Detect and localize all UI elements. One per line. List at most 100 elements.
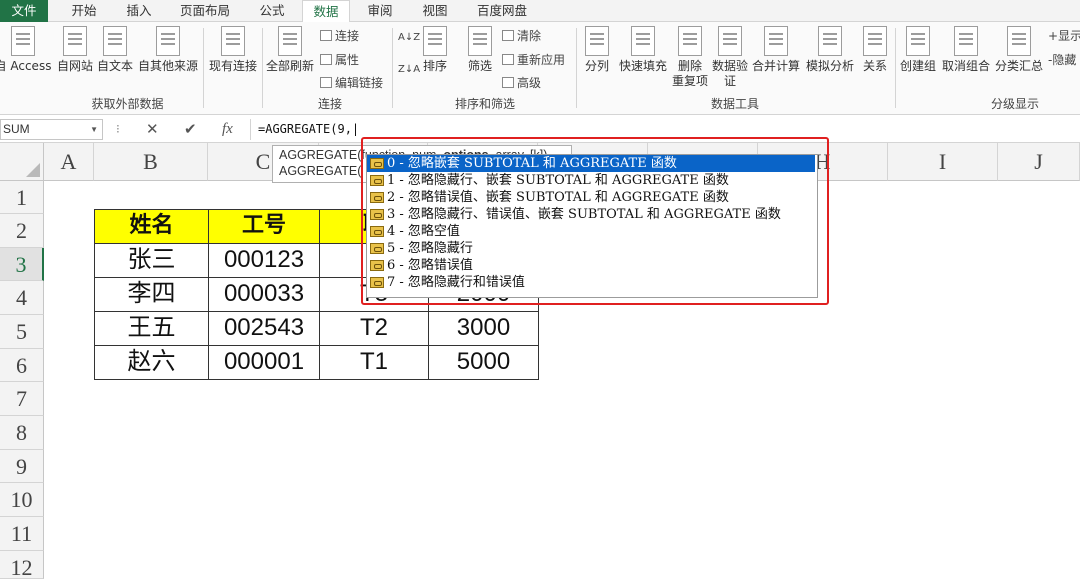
remove-duplicates-icon (678, 26, 702, 56)
tab-data[interactable]: 数据 (302, 0, 350, 23)
ribbon-tab-bar: 文件 开始 插入 页面布局 公式 数据 审阅 视图 百度网盘 (0, 0, 1080, 23)
connections-button[interactable]: 连接 (320, 27, 359, 44)
web-icon (63, 26, 87, 56)
group-label-connections: 连接 (317, 97, 342, 111)
tab-view[interactable]: 视图 (410, 0, 460, 22)
from-web-button[interactable]: 自网站 (54, 26, 96, 74)
sort-icon (423, 26, 447, 56)
row-header-3[interactable]: 3 (0, 248, 44, 281)
header-cell-id[interactable]: 工号 (209, 210, 320, 244)
tab-home[interactable]: 开始 (58, 0, 110, 22)
reapply-button[interactable]: 重新应用 (502, 51, 565, 68)
table-cell[interactable]: 000033 (209, 278, 320, 312)
edit-links-button[interactable]: 编辑链接 (320, 74, 383, 91)
row-header-12[interactable]: 12 (0, 551, 44, 579)
enter-check-icon[interactable]: ✔ (184, 119, 197, 139)
consolidate-button[interactable]: 合并计算 (750, 26, 802, 74)
row-header-5[interactable]: 5 (0, 315, 44, 349)
connections-icon (221, 26, 245, 56)
group-divider (895, 28, 896, 108)
table-cell[interactable]: 002543 (209, 312, 320, 346)
group-label-external-data: 获取外部数据 (91, 97, 164, 111)
group-label-outline: 分级显示 (990, 97, 1039, 111)
tab-page-layout[interactable]: 页面布局 (168, 0, 242, 22)
group-label-sort-filter: 排序和筛选 (454, 97, 515, 111)
text-to-columns-icon (585, 26, 609, 56)
row-header-8[interactable]: 8 (0, 416, 44, 450)
ungroup-button[interactable]: 取消组合 (940, 26, 992, 74)
existing-connections-button[interactable]: 现有连接 (206, 26, 260, 74)
table-cell[interactable]: 000123 (209, 244, 320, 278)
data-validation-button[interactable]: 数据验 证 (710, 26, 750, 89)
row-header-9[interactable]: 9 (0, 450, 44, 483)
access-icon (11, 26, 35, 56)
table-cell[interactable]: 王五 (95, 312, 209, 346)
column-header-a[interactable]: A (44, 143, 94, 181)
advanced-filter-button[interactable]: 高级 (502, 74, 541, 91)
tab-review[interactable]: 审阅 (356, 0, 404, 22)
table-cell[interactable]: 赵六 (95, 346, 209, 380)
properties-icon (320, 54, 332, 65)
select-all-corner[interactable] (0, 143, 44, 181)
table-cell[interactable]: 000001 (209, 346, 320, 380)
row-header-1[interactable]: 1 (0, 181, 44, 214)
text-to-columns-button[interactable]: 分列 (580, 26, 614, 74)
tab-insert[interactable]: 插入 (114, 0, 164, 22)
group-label-data-tools: 数据工具 (710, 97, 759, 111)
connections-small-icon (320, 30, 332, 41)
edit-links-icon (320, 77, 332, 88)
subtotal-button[interactable]: 分类汇总 (993, 26, 1045, 74)
row-header-10[interactable]: 10 (0, 483, 44, 517)
tab-formulas[interactable]: 公式 (248, 0, 296, 22)
clear-filter-button[interactable]: 清除 (502, 27, 541, 44)
table-cell[interactable]: 5000 (429, 346, 539, 380)
show-detail-button[interactable]: +显示 (1048, 27, 1080, 44)
sort-za-button[interactable]: Z↓A (398, 64, 420, 75)
tab-file[interactable]: 文件 (0, 0, 48, 22)
formula-divider (250, 119, 251, 140)
formula-input[interactable]: =AGGREGATE(9,| (258, 119, 359, 140)
sort-az-button[interactable]: A↓Z (398, 32, 420, 43)
insert-function-icon[interactable]: fx (222, 119, 233, 139)
column-header-b[interactable]: B (94, 143, 208, 181)
from-access-button[interactable]: 自 Access (0, 26, 52, 74)
sort-button[interactable]: 排序 (418, 26, 452, 74)
cancel-icon[interactable]: ✕ (146, 119, 159, 139)
column-header-j[interactable]: J (998, 143, 1080, 181)
table-cell[interactable]: T1 (320, 346, 429, 380)
subtotal-icon (1007, 26, 1031, 56)
row-header-7[interactable]: 7 (0, 382, 44, 416)
what-if-analysis-button[interactable]: 模拟分析 (803, 26, 857, 74)
group-divider (392, 28, 393, 108)
ribbon-data: 自 Access 自网站 自文本 自其他来源 现有连接 获取外部数据 全部刷新 … (0, 22, 1080, 115)
group-button[interactable]: 创建组 (898, 26, 938, 74)
column-header-i[interactable]: I (888, 143, 998, 181)
remove-duplicates-button[interactable]: 删除 重复项 (670, 26, 710, 89)
row-header-2[interactable]: 2 (0, 214, 44, 248)
group-divider (262, 28, 263, 108)
from-other-sources-button[interactable]: 自其他来源 (136, 26, 200, 74)
from-text-button[interactable]: 自文本 (94, 26, 136, 74)
relationships-icon (863, 26, 887, 56)
row-header-11[interactable]: 11 (0, 517, 44, 551)
name-box[interactable]: SUM ▼ (0, 119, 103, 140)
hide-detail-button[interactable]: -隐藏 (1048, 51, 1076, 68)
data-validation-icon (718, 26, 742, 56)
row-header-6[interactable]: 6 (0, 349, 44, 382)
filter-button[interactable]: 筛选 (462, 26, 498, 74)
row-header-4[interactable]: 4 (0, 281, 44, 315)
group-divider (576, 28, 577, 108)
table-cell[interactable]: 3000 (429, 312, 539, 346)
what-if-icon (818, 26, 842, 56)
reapply-icon (502, 54, 514, 65)
table-cell[interactable]: T2 (320, 312, 429, 346)
relationships-button[interactable]: 关系 (858, 26, 892, 74)
chevron-down-icon[interactable]: ▼ (90, 120, 98, 139)
tab-baidu-netdisk[interactable]: 百度网盘 (466, 0, 538, 22)
properties-button[interactable]: 属性 (320, 51, 359, 68)
refresh-all-button[interactable]: 全部刷新 (264, 26, 316, 74)
table-cell[interactable]: 张三 (95, 244, 209, 278)
flash-fill-button[interactable]: 快速填充 (616, 26, 670, 74)
header-cell-name[interactable]: 姓名 (95, 210, 209, 244)
table-cell[interactable]: 李四 (95, 278, 209, 312)
